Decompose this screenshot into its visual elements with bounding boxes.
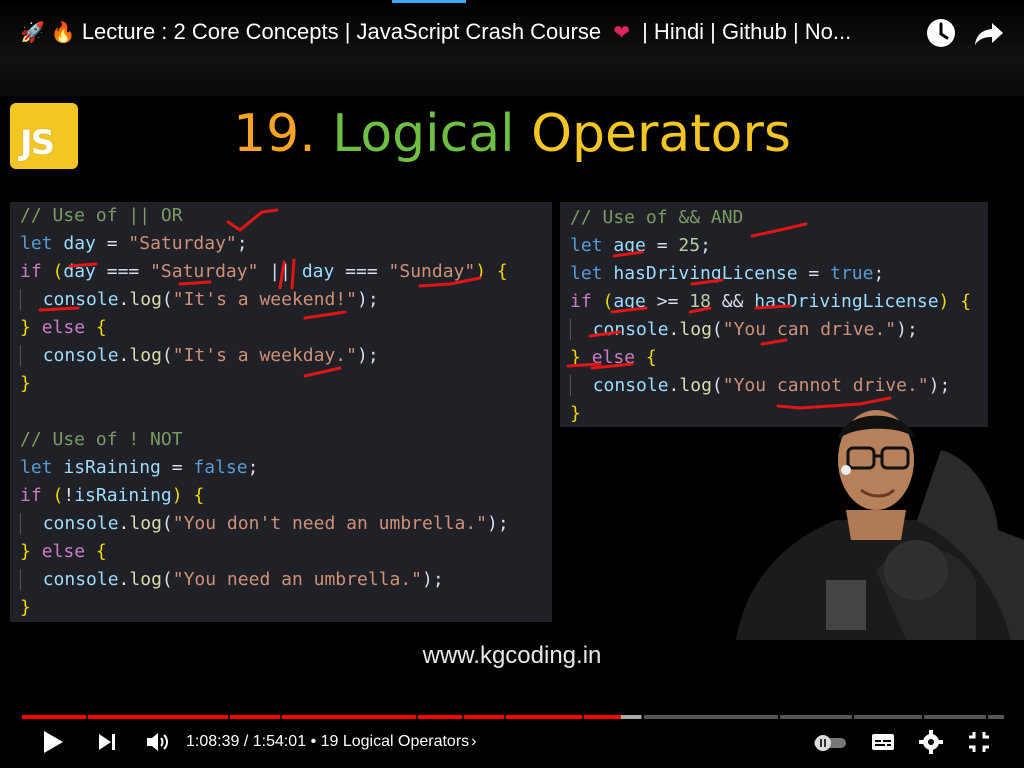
top-accent-bar bbox=[392, 0, 466, 3]
code-line: console.log("You don't need an umbrella.… bbox=[20, 510, 509, 538]
chapter-divider bbox=[778, 715, 780, 719]
video-title-rest: | Hindi | Github | No... bbox=[642, 19, 852, 45]
video-title-text: Lecture : 2 Core Concepts | JavaScript C… bbox=[81, 19, 602, 45]
chapter-divider bbox=[504, 715, 506, 719]
next-video-icon[interactable] bbox=[96, 728, 120, 756]
progress-played bbox=[22, 715, 622, 719]
chapter-title[interactable]: • 19 Logical Operators bbox=[311, 733, 470, 750]
time-elapsed-total: 1:08:39 / 1:54:01 bbox=[186, 733, 307, 750]
code-line: let isRaining = false; bbox=[20, 457, 259, 478]
play-icon[interactable] bbox=[40, 728, 66, 756]
chapter-divider bbox=[416, 715, 418, 719]
chapter-divider bbox=[86, 715, 88, 719]
progress-bar[interactable] bbox=[22, 715, 1004, 719]
time-display: 1:08:39 / 1:54:01 • 19 Logical Operators… bbox=[186, 733, 476, 751]
autoplay-toggle[interactable] bbox=[812, 733, 848, 753]
clock-icon[interactable] bbox=[924, 16, 958, 50]
video-title-bar bbox=[0, 0, 1024, 96]
volume-icon[interactable] bbox=[144, 728, 170, 756]
website-url-watermark: www.kgcoding.in bbox=[422, 642, 602, 669]
chapter-divider bbox=[228, 715, 230, 719]
video-title[interactable]: 🚀 🔥 Lecture : 2 Core Concepts | JavaScript… bbox=[20, 18, 920, 45]
subtitles-icon[interactable] bbox=[870, 728, 896, 756]
chapter-divider bbox=[280, 715, 282, 719]
code-line: } else { bbox=[20, 541, 107, 562]
fire-icon: 🔥 bbox=[50, 21, 76, 44]
chapter-divider bbox=[462, 715, 464, 719]
fullscreen-icon[interactable] bbox=[966, 728, 992, 756]
rocket-icon: 🚀 bbox=[20, 21, 45, 44]
heart-icon: ❤ bbox=[613, 21, 630, 44]
share-arrow-icon[interactable] bbox=[972, 16, 1006, 50]
code-line: console.log("You need an umbrella."); bbox=[20, 566, 444, 594]
slide-title-word-operators: Operators bbox=[531, 104, 791, 164]
presenter-webcam bbox=[736, 410, 1024, 640]
chapter-divider bbox=[582, 715, 584, 719]
slide-title-number: 19. bbox=[233, 104, 316, 164]
chapter-divider bbox=[852, 715, 854, 719]
settings-gear-icon[interactable] bbox=[918, 728, 944, 756]
code-line: } bbox=[20, 597, 31, 618]
chapter-chevron-icon[interactable]: › bbox=[471, 733, 476, 750]
chapter-divider bbox=[922, 715, 924, 719]
chapter-divider bbox=[642, 715, 644, 719]
chapter-divider bbox=[986, 715, 988, 719]
code-line: if (!isRaining) { bbox=[20, 485, 205, 506]
slide-title-word-logical: Logical bbox=[332, 104, 515, 164]
slide-title: 19. Logical Operators bbox=[0, 104, 1024, 164]
